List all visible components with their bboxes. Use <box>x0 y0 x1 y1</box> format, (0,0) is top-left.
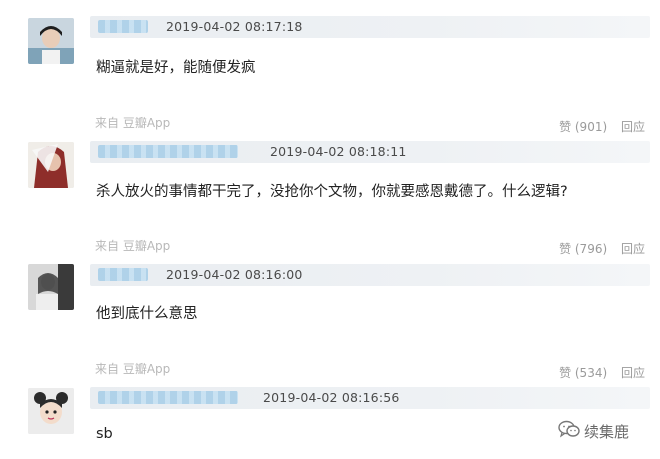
comment-actions: 赞 (901) 回应 <box>559 118 645 135</box>
like-button[interactable]: 赞 (534) <box>559 366 607 380</box>
like-button[interactable]: 赞 (901) <box>559 120 607 134</box>
comment-actions: 赞 (534) 回应 <box>559 364 645 381</box>
comment-header: 2019-04-02 08:17:18 <box>90 16 650 38</box>
reply-button[interactable]: 回应 <box>621 120 645 134</box>
watermark-text: 续集鹿 <box>584 422 630 441</box>
comment-timestamp: 2019-04-02 08:17:18 <box>166 19 303 34</box>
comment-text: 杀人放火的事情都干完了，没抢你个文物，你就要感恩戴德了。什么逻辑? <box>96 184 568 200</box>
like-button[interactable]: 赞 (796) <box>559 242 607 256</box>
comment-header: 2019-04-02 08:16:00 <box>90 264 650 286</box>
username-redacted[interactable] <box>98 20 148 33</box>
comment-timestamp: 2019-04-02 08:16:56 <box>263 390 400 405</box>
comment-header: 2019-04-02 08:18:11 <box>90 141 650 163</box>
comment-timestamp: 2019-04-02 08:18:11 <box>270 144 407 159</box>
watermark: 续集鹿 <box>558 420 629 442</box>
comment-text: 他到底什么意思 <box>96 306 198 322</box>
comment-timestamp: 2019-04-02 08:16:00 <box>166 267 303 282</box>
user-avatar[interactable] <box>28 264 74 310</box>
comment-source: 来自 豆瓣App <box>95 239 171 253</box>
comment-header: 2019-04-02 08:16:56 <box>90 387 650 409</box>
user-avatar[interactable] <box>28 18 74 64</box>
username-redacted[interactable] <box>98 145 238 158</box>
reply-button[interactable]: 回应 <box>621 242 645 256</box>
comment-source: 来自 豆瓣App <box>95 362 171 376</box>
username-redacted[interactable] <box>98 268 148 281</box>
comment-text: 糊逼就是好，能随便发疯 <box>96 60 256 76</box>
user-avatar[interactable] <box>28 142 74 188</box>
reply-button[interactable]: 回应 <box>621 366 645 380</box>
comment-actions: 赞 (796) 回应 <box>559 240 645 257</box>
username-redacted[interactable] <box>98 391 238 404</box>
wechat-icon <box>558 420 580 442</box>
comment-text: sb <box>96 426 113 442</box>
comment-source: 来自 豆瓣App <box>95 116 171 130</box>
user-avatar[interactable] <box>28 388 74 434</box>
